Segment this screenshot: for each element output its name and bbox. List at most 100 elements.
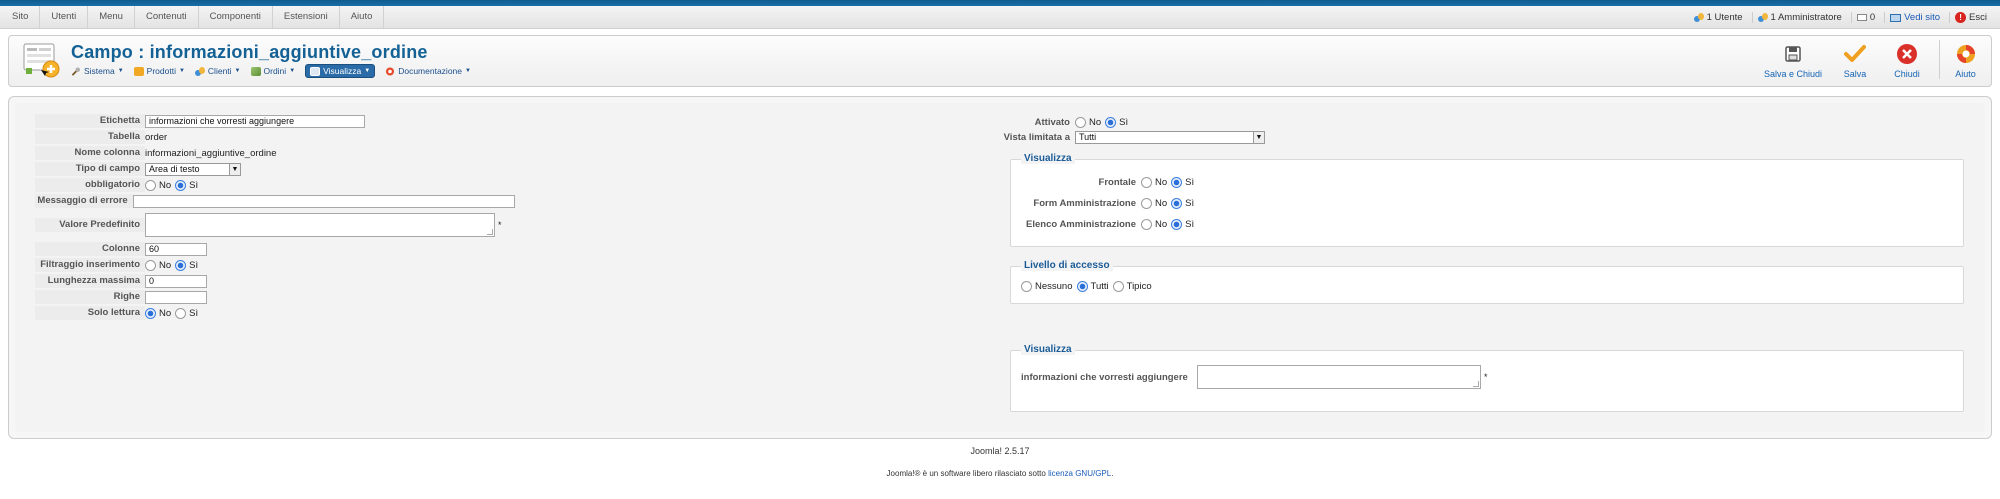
radio-si[interactable] <box>175 179 187 191</box>
obbligatorio-no-label: No <box>159 179 172 191</box>
lunghezza-input[interactable]: 0 <box>145 274 207 288</box>
radio-si[interactable] <box>1105 117 1117 128</box>
row-tipo-campo: Tipo di campo Area di testo ▼ <box>35 161 515 177</box>
radio-si[interactable] <box>1171 177 1183 188</box>
radio-tutti[interactable] <box>1076 281 1088 292</box>
products-icon <box>133 66 144 76</box>
messaggio-errore-input[interactable] <box>132 194 515 208</box>
radio-si[interactable] <box>175 307 187 319</box>
page-title: Campo : informazioni_aggiuntive_ordine <box>71 42 428 62</box>
radio-no[interactable] <box>145 307 156 319</box>
messages[interactable]: 0 <box>1850 12 1880 23</box>
vista-limitata-selected: Tutti <box>1079 132 1097 142</box>
submenu-sistema[interactable]: Sistema ▼ <box>71 66 124 76</box>
etichetta-input[interactable]: informazioni che vorresti aggiungere <box>145 114 365 128</box>
preview-textarea[interactable] <box>1197 365 1481 389</box>
colonne-input[interactable]: 60 <box>145 242 207 256</box>
save-close-button[interactable]: Salva e Chiudi <box>1757 40 1829 79</box>
frontale-no[interactable]: No <box>1141 177 1167 188</box>
view-site-link[interactable]: Vedi sito <box>1884 12 1945 23</box>
elenco-amministrazione-no[interactable]: No <box>1141 219 1167 230</box>
radio-no[interactable] <box>145 179 156 191</box>
attivato-no[interactable]: No <box>1075 117 1101 128</box>
checkmark-icon <box>1844 45 1866 62</box>
lifebuoy-help-icon <box>1956 45 1975 63</box>
attivato-si[interactable]: Sì <box>1105 117 1128 128</box>
tools-icon <box>71 66 81 76</box>
submenu-clienti[interactable]: Clienti ▼ <box>194 66 241 76</box>
solo-lettura-si[interactable]: Sì <box>175 307 198 319</box>
solo-lettura-label: Solo lettura <box>35 306 145 320</box>
row-preview-field: informazioni che vorresti aggiungere * <box>1021 365 1488 389</box>
radio-no[interactable] <box>1141 177 1152 188</box>
menu-utenti[interactable]: Utenti <box>40 6 89 29</box>
submenu-prodotti[interactable]: Prodotti ▼ <box>133 66 185 76</box>
menu-sito[interactable]: Sito <box>4 6 41 29</box>
display-icon <box>310 66 321 76</box>
frontale-si-label: Sì <box>1185 177 1195 188</box>
license-link[interactable]: licenza GNU/GPL <box>1048 469 1111 478</box>
radio-si[interactable] <box>1171 198 1183 209</box>
submenu-visualizza-label: Visualizza <box>323 66 362 76</box>
radio-no[interactable] <box>1141 219 1152 230</box>
submenu-documentazione[interactable]: Documentazione ▼ <box>385 66 471 76</box>
radio-si[interactable] <box>175 259 187 271</box>
form-amministrazione-si-label: Sì <box>1185 198 1195 209</box>
help-button[interactable]: Aiuto <box>1939 40 1991 79</box>
field-edit-logo-icon <box>23 43 60 78</box>
radio-tipico[interactable] <box>1112 281 1124 292</box>
close-button[interactable]: Chiudi <box>1881 40 1933 79</box>
livello-tutti[interactable]: Tutti <box>1076 281 1109 292</box>
resize-grip-icon[interactable] <box>487 229 493 235</box>
righe-input[interactable] <box>145 290 207 304</box>
filtraggio-si[interactable]: Sì <box>175 259 198 271</box>
chevron-down-icon: ▼ <box>465 68 471 74</box>
radio-no[interactable] <box>1075 117 1086 128</box>
admins-online[interactable]: 1 Amministratore <box>1751 12 1847 23</box>
status-area: 1 Utente 1 Amministratore 0 Vedi sito ! … <box>1689 6 1992 29</box>
radio-si[interactable] <box>1171 219 1183 230</box>
save-close-label: Salva e Chiudi <box>1763 69 1823 79</box>
vista-limitata-select[interactable]: Tutti ▼ <box>1075 131 1265 144</box>
valore-predefinito-textarea[interactable] <box>145 213 495 237</box>
submenu-ordini[interactable]: Ordini ▼ <box>250 66 295 76</box>
row-righe: Righe <box>35 289 515 305</box>
resize-grip-icon[interactable] <box>1473 381 1479 387</box>
frontale-si[interactable]: Sì <box>1171 177 1194 188</box>
save-label: Salva <box>1843 69 1867 79</box>
form-amministrazione-no-label: No <box>1155 198 1168 209</box>
filtraggio-no[interactable]: No <box>145 259 172 271</box>
form-amministrazione-si[interactable]: Sì <box>1171 198 1194 209</box>
save-button[interactable]: Salva <box>1829 40 1881 79</box>
livello-nessuno[interactable]: Nessuno <box>1021 281 1073 292</box>
preview-field-label: informazioni che vorresti aggiungere <box>1021 371 1188 383</box>
menu-menu[interactable]: Menu <box>88 6 135 29</box>
fieldset-livello-accesso: Livello di accesso Nessuno Tutti Tipico <box>1010 260 1964 304</box>
close-icon <box>1897 44 1917 64</box>
orders-icon <box>250 66 261 76</box>
submenu-clienti-label: Clienti <box>207 66 232 76</box>
logout-link[interactable]: ! Esci <box>1949 12 1992 23</box>
radio-nessuno[interactable] <box>1021 281 1032 292</box>
form-amministrazione-no[interactable]: No <box>1141 198 1167 209</box>
footer-license: Joomla!® è un software libero rilasciato… <box>0 469 2000 478</box>
livello-tipico[interactable]: Tipico <box>1112 281 1152 292</box>
menu-aiuto[interactable]: Aiuto <box>340 6 385 29</box>
menu-componenti[interactable]: Componenti <box>199 6 273 29</box>
users-online[interactable]: 1 Utente <box>1689 12 1748 23</box>
tabella-label: Tabella <box>35 130 145 144</box>
obbligatorio-si[interactable]: Sì <box>175 179 198 191</box>
menu-contenuti[interactable]: Contenuti <box>135 6 199 29</box>
livello-nessuno-label: Nessuno <box>1035 281 1073 292</box>
submenu-visualizza[interactable]: Visualizza ▼ <box>305 64 376 78</box>
row-etichetta: Etichetta informazioni che vorresti aggi… <box>35 113 515 129</box>
menu-estensioni[interactable]: Estensioni <box>273 6 340 29</box>
tipo-campo-select[interactable]: Area di testo ▼ <box>145 162 241 176</box>
solo-lettura-no[interactable]: No <box>145 307 171 319</box>
obbligatorio-no[interactable]: No <box>145 179 172 191</box>
elenco-amministrazione-si[interactable]: Sì <box>1171 219 1194 230</box>
radio-no[interactable] <box>145 259 156 271</box>
filtraggio-no-label: No <box>159 259 172 271</box>
radio-no[interactable] <box>1141 198 1152 209</box>
messaggio-errore-label: Messaggio di errore <box>35 194 133 208</box>
